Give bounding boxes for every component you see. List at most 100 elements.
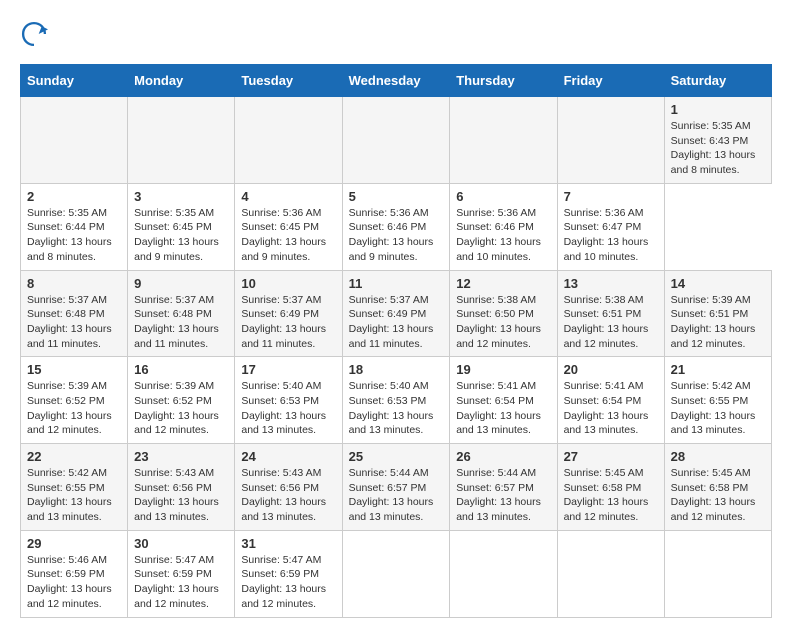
calendar-day-cell: 1 Sunrise: 5:35 AMSunset: 6:43 PMDayligh…	[664, 97, 771, 184]
day-number: 31	[241, 536, 335, 551]
calendar-day-cell: 9 Sunrise: 5:37 AMSunset: 6:48 PMDayligh…	[128, 270, 235, 357]
weekday-header: Friday	[557, 65, 664, 97]
day-number: 15	[27, 362, 121, 377]
day-info: Sunrise: 5:37 AMSunset: 6:49 PMDaylight:…	[241, 294, 326, 350]
calendar-day-cell: 12 Sunrise: 5:38 AMSunset: 6:50 PMDaylig…	[450, 270, 557, 357]
calendar-day-cell	[342, 530, 450, 617]
calendar-day-cell	[21, 97, 128, 184]
day-info: Sunrise: 5:37 AMSunset: 6:48 PMDaylight:…	[134, 294, 219, 350]
calendar-table: SundayMondayTuesdayWednesdayThursdayFrid…	[20, 64, 772, 618]
day-number: 16	[134, 362, 228, 377]
calendar-day-cell: 14 Sunrise: 5:39 AMSunset: 6:51 PMDaylig…	[664, 270, 771, 357]
calendar-day-cell: 10 Sunrise: 5:37 AMSunset: 6:49 PMDaylig…	[235, 270, 342, 357]
calendar-day-cell: 23 Sunrise: 5:43 AMSunset: 6:56 PMDaylig…	[128, 444, 235, 531]
day-number: 28	[671, 449, 765, 464]
day-info: Sunrise: 5:39 AMSunset: 6:51 PMDaylight:…	[671, 294, 756, 350]
calendar-day-cell: 30 Sunrise: 5:47 AMSunset: 6:59 PMDaylig…	[128, 530, 235, 617]
logo-icon	[20, 20, 48, 48]
day-number: 8	[27, 276, 121, 291]
calendar-day-cell: 25 Sunrise: 5:44 AMSunset: 6:57 PMDaylig…	[342, 444, 450, 531]
day-info: Sunrise: 5:37 AMSunset: 6:48 PMDaylight:…	[27, 294, 112, 350]
day-info: Sunrise: 5:45 AMSunset: 6:58 PMDaylight:…	[564, 467, 649, 523]
day-number: 12	[456, 276, 550, 291]
day-info: Sunrise: 5:36 AMSunset: 6:46 PMDaylight:…	[456, 207, 541, 263]
day-number: 3	[134, 189, 228, 204]
calendar-week-row: 2 Sunrise: 5:35 AMSunset: 6:44 PMDayligh…	[21, 183, 772, 270]
day-info: Sunrise: 5:43 AMSunset: 6:56 PMDaylight:…	[134, 467, 219, 523]
day-number: 2	[27, 189, 121, 204]
day-info: Sunrise: 5:47 AMSunset: 6:59 PMDaylight:…	[241, 554, 326, 610]
day-number: 26	[456, 449, 550, 464]
calendar-day-cell: 20 Sunrise: 5:41 AMSunset: 6:54 PMDaylig…	[557, 357, 664, 444]
day-info: Sunrise: 5:42 AMSunset: 6:55 PMDaylight:…	[671, 380, 756, 436]
calendar-day-cell	[450, 530, 557, 617]
day-number: 29	[27, 536, 121, 551]
weekday-header: Thursday	[450, 65, 557, 97]
calendar-day-cell: 16 Sunrise: 5:39 AMSunset: 6:52 PMDaylig…	[128, 357, 235, 444]
day-number: 1	[671, 102, 765, 117]
day-number: 22	[27, 449, 121, 464]
calendar-day-cell: 26 Sunrise: 5:44 AMSunset: 6:57 PMDaylig…	[450, 444, 557, 531]
day-number: 7	[564, 189, 658, 204]
calendar-day-cell: 22 Sunrise: 5:42 AMSunset: 6:55 PMDaylig…	[21, 444, 128, 531]
day-number: 4	[241, 189, 335, 204]
weekday-header: Sunday	[21, 65, 128, 97]
calendar-day-cell: 29 Sunrise: 5:46 AMSunset: 6:59 PMDaylig…	[21, 530, 128, 617]
day-number: 13	[564, 276, 658, 291]
calendar-day-cell	[235, 97, 342, 184]
day-info: Sunrise: 5:46 AMSunset: 6:59 PMDaylight:…	[27, 554, 112, 610]
calendar-day-cell: 28 Sunrise: 5:45 AMSunset: 6:58 PMDaylig…	[664, 444, 771, 531]
calendar-day-cell: 19 Sunrise: 5:41 AMSunset: 6:54 PMDaylig…	[450, 357, 557, 444]
calendar-day-cell	[557, 530, 664, 617]
calendar-day-cell: 2 Sunrise: 5:35 AMSunset: 6:44 PMDayligh…	[21, 183, 128, 270]
day-info: Sunrise: 5:47 AMSunset: 6:59 PMDaylight:…	[134, 554, 219, 610]
day-number: 14	[671, 276, 765, 291]
day-number: 17	[241, 362, 335, 377]
calendar-day-cell	[450, 97, 557, 184]
calendar-week-row: 8 Sunrise: 5:37 AMSunset: 6:48 PMDayligh…	[21, 270, 772, 357]
calendar-day-cell	[557, 97, 664, 184]
day-number: 19	[456, 362, 550, 377]
calendar-day-cell: 11 Sunrise: 5:37 AMSunset: 6:49 PMDaylig…	[342, 270, 450, 357]
calendar-day-cell: 13 Sunrise: 5:38 AMSunset: 6:51 PMDaylig…	[557, 270, 664, 357]
day-info: Sunrise: 5:35 AMSunset: 6:43 PMDaylight:…	[671, 120, 756, 176]
day-info: Sunrise: 5:38 AMSunset: 6:50 PMDaylight:…	[456, 294, 541, 350]
weekday-header: Wednesday	[342, 65, 450, 97]
day-info: Sunrise: 5:43 AMSunset: 6:56 PMDaylight:…	[241, 467, 326, 523]
day-info: Sunrise: 5:40 AMSunset: 6:53 PMDaylight:…	[241, 380, 326, 436]
day-info: Sunrise: 5:42 AMSunset: 6:55 PMDaylight:…	[27, 467, 112, 523]
logo	[20, 20, 52, 48]
day-info: Sunrise: 5:39 AMSunset: 6:52 PMDaylight:…	[134, 380, 219, 436]
day-info: Sunrise: 5:35 AMSunset: 6:44 PMDaylight:…	[27, 207, 112, 263]
day-info: Sunrise: 5:36 AMSunset: 6:45 PMDaylight:…	[241, 207, 326, 263]
day-number: 5	[349, 189, 444, 204]
calendar-day-cell: 17 Sunrise: 5:40 AMSunset: 6:53 PMDaylig…	[235, 357, 342, 444]
calendar-day-cell	[342, 97, 450, 184]
day-info: Sunrise: 5:39 AMSunset: 6:52 PMDaylight:…	[27, 380, 112, 436]
day-info: Sunrise: 5:44 AMSunset: 6:57 PMDaylight:…	[349, 467, 434, 523]
calendar-day-cell: 15 Sunrise: 5:39 AMSunset: 6:52 PMDaylig…	[21, 357, 128, 444]
calendar-day-cell: 6 Sunrise: 5:36 AMSunset: 6:46 PMDayligh…	[450, 183, 557, 270]
day-number: 21	[671, 362, 765, 377]
calendar-day-cell: 27 Sunrise: 5:45 AMSunset: 6:58 PMDaylig…	[557, 444, 664, 531]
day-number: 27	[564, 449, 658, 464]
day-info: Sunrise: 5:41 AMSunset: 6:54 PMDaylight:…	[456, 380, 541, 436]
calendar-week-row: 1 Sunrise: 5:35 AMSunset: 6:43 PMDayligh…	[21, 97, 772, 184]
day-number: 6	[456, 189, 550, 204]
day-number: 24	[241, 449, 335, 464]
day-number: 18	[349, 362, 444, 377]
calendar-day-cell: 5 Sunrise: 5:36 AMSunset: 6:46 PMDayligh…	[342, 183, 450, 270]
day-info: Sunrise: 5:44 AMSunset: 6:57 PMDaylight:…	[456, 467, 541, 523]
day-info: Sunrise: 5:37 AMSunset: 6:49 PMDaylight:…	[349, 294, 434, 350]
calendar-week-row: 22 Sunrise: 5:42 AMSunset: 6:55 PMDaylig…	[21, 444, 772, 531]
calendar-day-cell: 3 Sunrise: 5:35 AMSunset: 6:45 PMDayligh…	[128, 183, 235, 270]
day-info: Sunrise: 5:36 AMSunset: 6:46 PMDaylight:…	[349, 207, 434, 263]
day-info: Sunrise: 5:38 AMSunset: 6:51 PMDaylight:…	[564, 294, 649, 350]
calendar-day-cell	[664, 530, 771, 617]
day-number: 10	[241, 276, 335, 291]
day-info: Sunrise: 5:40 AMSunset: 6:53 PMDaylight:…	[349, 380, 434, 436]
day-number: 23	[134, 449, 228, 464]
day-number: 20	[564, 362, 658, 377]
calendar-day-cell: 31 Sunrise: 5:47 AMSunset: 6:59 PMDaylig…	[235, 530, 342, 617]
calendar-day-cell	[128, 97, 235, 184]
